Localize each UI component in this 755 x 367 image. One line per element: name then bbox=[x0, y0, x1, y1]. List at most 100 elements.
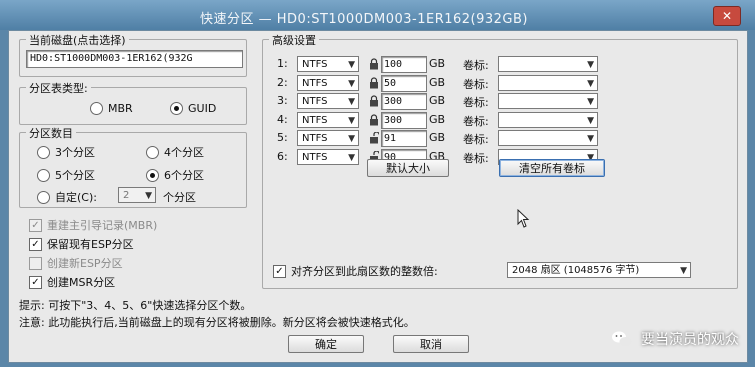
partition-3-filesystem-value: NTFS bbox=[302, 96, 328, 107]
partition-6-volume-label-caption: 卷标: bbox=[463, 152, 489, 165]
radio-guid-label: GUID bbox=[188, 102, 217, 115]
warning-text: 注意: 此功能执行后,当前磁盘上的现有分区将被删除。新分区将会被快速格式化。 bbox=[19, 316, 415, 329]
radio-mbr-dot bbox=[90, 102, 103, 115]
keep-esp-label: 保留现有ESP分区 bbox=[47, 238, 134, 251]
partition-2-filesystem-select[interactable]: NTFS ▼ bbox=[297, 75, 359, 91]
chevron-down-icon: ▼ bbox=[348, 79, 355, 89]
rebuild-mbr-box: ✓ bbox=[29, 218, 42, 232]
partition-2-filesystem-value: NTFS bbox=[302, 78, 328, 89]
quick-partition-dialog: 当前磁盘(点击选择) HD0:ST1000DM003-1ER162(932G 分… bbox=[8, 30, 748, 363]
partition-3-volume-label-caption: 卷标: bbox=[463, 96, 489, 109]
partition-4-number: 4: bbox=[277, 113, 288, 126]
create-esp-checkbox[interactable]: 创建新ESP分区 bbox=[29, 255, 123, 271]
partition-2-number: 2: bbox=[277, 76, 288, 89]
close-button[interactable]: ✕ bbox=[713, 6, 741, 26]
advanced-settings-group: 高级设置 1: NTFS ▼ 100 GB 卷标: ▼ 2: NTFS ▼ 50… bbox=[262, 32, 738, 289]
cancel-button[interactable]: 取消 bbox=[393, 335, 469, 353]
rebuild-mbr-label: 重建主引导记录(MBR) bbox=[47, 219, 158, 232]
partition-5-number: 5: bbox=[277, 131, 288, 144]
lock-icon[interactable] bbox=[369, 58, 379, 70]
radio-4-partitions[interactable]: 4个分区 bbox=[146, 144, 204, 160]
partition-3-number: 3: bbox=[277, 94, 288, 107]
radio-guid[interactable]: GUID bbox=[170, 102, 216, 115]
partition-6-filesystem-select[interactable]: NTFS ▼ bbox=[297, 149, 359, 165]
partition-4-filesystem-value: NTFS bbox=[302, 115, 328, 126]
lock-icon[interactable] bbox=[369, 95, 379, 107]
partition-1-number: 1: bbox=[277, 57, 288, 70]
partition-5-size-input[interactable]: 91 bbox=[381, 130, 427, 147]
create-msr-checkbox[interactable]: ✓ 创建MSR分区 bbox=[29, 274, 115, 290]
radio-mbr[interactable]: MBR bbox=[90, 102, 133, 115]
current-disk-field[interactable]: HD0:ST1000DM003-1ER162(932G bbox=[26, 50, 243, 68]
partition-5-volume-label-caption: 卷标: bbox=[463, 133, 489, 146]
unlock-icon[interactable] bbox=[369, 132, 379, 144]
radio-3-partitions[interactable]: 3个分区 bbox=[37, 144, 95, 160]
create-esp-box bbox=[29, 256, 42, 270]
keep-esp-checkbox[interactable]: ✓ 保留现有ESP分区 bbox=[29, 236, 134, 252]
chevron-down-icon: ▼ bbox=[587, 97, 594, 107]
create-esp-label: 创建新ESP分区 bbox=[47, 257, 123, 270]
partition-2-size-input[interactable]: 50 bbox=[381, 75, 427, 92]
align-partitions-checkbox[interactable]: ✓ 对齐分区到此扇区数的整数倍: bbox=[273, 263, 438, 279]
radio-custom-dot bbox=[37, 190, 50, 204]
partition-table-group: 分区表类型: MBR GUID bbox=[19, 80, 247, 125]
chevron-down-icon: ▼ bbox=[348, 60, 355, 70]
custom-count-value: 2 bbox=[123, 190, 130, 201]
partition-6-number: 6: bbox=[277, 150, 288, 163]
radio-mbr-label: MBR bbox=[108, 102, 133, 115]
custom-count-select[interactable]: 2 ▼ bbox=[118, 187, 156, 203]
partition-1-size-input[interactable]: 100 bbox=[381, 56, 427, 73]
default-size-button[interactable]: 默认大小 bbox=[367, 159, 449, 177]
hint-text: 提示: 可按下"3、4、5、6"快速选择分区个数。 bbox=[19, 299, 252, 312]
partition-4-unit: GB bbox=[429, 113, 446, 126]
partition-3-size-input[interactable]: 300 bbox=[381, 93, 427, 110]
radio-5-partitions-label: 5个分区 bbox=[55, 169, 95, 182]
current-disk-group: 当前磁盘(点击选择) HD0:ST1000DM003-1ER162(932G bbox=[19, 32, 247, 77]
radio-6-partitions-label: 6个分区 bbox=[164, 169, 204, 182]
align-sectors-value: 2048 扇区 (1048576 字节) bbox=[512, 265, 640, 276]
radio-3-partitions-dot bbox=[37, 145, 50, 159]
chevron-down-icon: ▼ bbox=[587, 116, 594, 126]
partition-3-unit: GB bbox=[429, 94, 446, 107]
partition-4-filesystem-select[interactable]: NTFS ▼ bbox=[297, 112, 359, 128]
align-sectors-select[interactable]: 2048 扇区 (1048576 字节) ▼ bbox=[507, 262, 691, 278]
partition-1-volume-label-caption: 卷标: bbox=[463, 59, 489, 72]
ok-button[interactable]: 确定 bbox=[288, 335, 364, 353]
chevron-down-icon: ▼ bbox=[348, 116, 355, 126]
radio-6-partitions[interactable]: 6个分区 bbox=[146, 167, 204, 183]
partition-4-size-input[interactable]: 300 bbox=[381, 112, 427, 129]
chevron-down-icon: ▼ bbox=[680, 266, 687, 276]
radio-5-partitions[interactable]: 5个分区 bbox=[37, 167, 95, 183]
custom-count-suffix: 个分区 bbox=[163, 191, 196, 204]
radio-3-partitions-label: 3个分区 bbox=[55, 146, 95, 159]
partition-3-volume-label-select[interactable]: ▼ bbox=[498, 93, 598, 109]
keep-esp-box: ✓ bbox=[29, 237, 42, 251]
partition-4-volume-label-caption: 卷标: bbox=[463, 115, 489, 128]
partition-1-filesystem-select[interactable]: NTFS ▼ bbox=[297, 56, 359, 72]
partition-2-unit: GB bbox=[429, 76, 446, 89]
watermark: 要当演员的观众 bbox=[611, 329, 739, 349]
partition-1-volume-label-select[interactable]: ▼ bbox=[498, 56, 598, 72]
current-disk-title: 当前磁盘(点击选择) bbox=[26, 32, 129, 48]
lock-icon[interactable] bbox=[369, 77, 379, 89]
partition-count-title: 分区数目 bbox=[26, 125, 76, 141]
align-partitions-label: 对齐分区到此扇区数的整数倍: bbox=[291, 265, 438, 278]
clear-all-labels-button[interactable]: 清空所有卷标 bbox=[499, 159, 605, 177]
align-partitions-box: ✓ bbox=[273, 264, 286, 278]
partition-1-filesystem-value: NTFS bbox=[302, 59, 328, 70]
partition-3-filesystem-select[interactable]: NTFS ▼ bbox=[297, 93, 359, 109]
title-bar: 快速分区 — HD0:ST1000DM003-1ER162(932GB) ✕ bbox=[0, 0, 755, 30]
watermark-text: 要当演员的观众 bbox=[641, 332, 739, 348]
partition-2-volume-label-select[interactable]: ▼ bbox=[498, 75, 598, 91]
rebuild-mbr-checkbox[interactable]: ✓ 重建主引导记录(MBR) bbox=[29, 217, 157, 233]
partition-5-volume-label-select[interactable]: ▼ bbox=[498, 130, 598, 146]
partition-1-unit: GB bbox=[429, 57, 446, 70]
partition-4-volume-label-select[interactable]: ▼ bbox=[498, 112, 598, 128]
partition-5-filesystem-select[interactable]: NTFS ▼ bbox=[297, 130, 359, 146]
wechat-icon bbox=[612, 331, 632, 346]
radio-custom[interactable]: 自定(C): bbox=[37, 189, 97, 205]
lock-icon[interactable] bbox=[369, 114, 379, 126]
partition-5-unit: GB bbox=[429, 131, 446, 144]
chevron-down-icon: ▼ bbox=[587, 134, 594, 144]
partition-count-group: 分区数目 3个分区 4个分区 5个分区 6个分区 自定(C): 2 ▼ 个分区 bbox=[19, 125, 247, 208]
